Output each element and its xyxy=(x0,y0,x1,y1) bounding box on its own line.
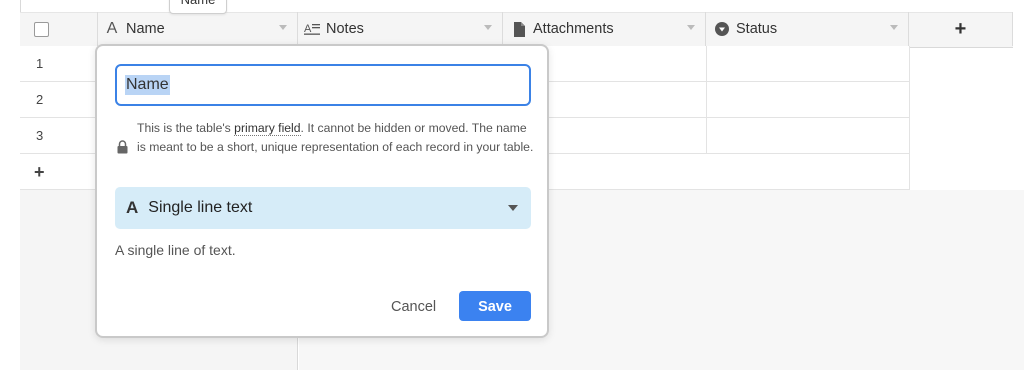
file-icon xyxy=(511,21,527,37)
select-all-cell xyxy=(20,12,98,46)
a-text-icon: A xyxy=(106,20,118,37)
row-number: 3 xyxy=(36,128,44,143)
plus-icon: + xyxy=(954,17,967,40)
info-text: . It cannot be hidden or moved. xyxy=(300,121,469,135)
a-text-icon: A xyxy=(126,198,139,217)
column-header-attachments[interactable]: Attachments xyxy=(503,12,706,46)
add-field-button[interactable]: + xyxy=(909,12,1013,46)
primary-field-link[interactable]: primary field xyxy=(234,121,301,136)
chevron-down-icon[interactable] xyxy=(687,25,695,30)
column-header-label: Notes xyxy=(326,21,364,37)
cancel-button[interactable]: Cancel xyxy=(385,292,442,322)
primary-field-info: This is the table's primary field. It ca… xyxy=(115,119,535,157)
long-text-icon: A xyxy=(304,21,320,37)
column-header-notes[interactable]: A Notes xyxy=(298,12,503,46)
svg-text:A: A xyxy=(304,23,312,35)
single-select-icon xyxy=(714,21,730,37)
tooltip-text: Name xyxy=(170,0,226,11)
field-type-label: Single line text xyxy=(148,199,253,216)
field-type-description: A single line of text. xyxy=(115,242,236,258)
grid-right-border xyxy=(909,46,910,190)
plus-icon: + xyxy=(34,162,45,182)
column-header-name[interactable]: A Name xyxy=(98,12,298,46)
column-tooltip: Name xyxy=(169,0,227,14)
info-text: This is the table's xyxy=(137,121,235,135)
lock-icon xyxy=(117,140,128,154)
chevron-down-icon xyxy=(508,205,518,211)
field-name-input[interactable]: Name xyxy=(115,64,531,106)
field-name-value: Name xyxy=(125,75,170,95)
column-header-label: Attachments xyxy=(533,21,614,37)
chevron-down-icon[interactable] xyxy=(890,25,898,30)
chevron-down-icon[interactable] xyxy=(484,25,492,30)
column-header-label: Status xyxy=(736,21,778,37)
select-all-checkbox[interactable] xyxy=(34,21,49,37)
chevron-down-icon[interactable] xyxy=(279,25,287,30)
row-number: 2 xyxy=(36,92,44,107)
column-header-status[interactable]: Status xyxy=(706,12,909,46)
column-header-label: Name xyxy=(126,21,165,37)
field-type-select[interactable]: A Single line text xyxy=(115,187,531,229)
field-config-dialog: Name This is the table's primary field. … xyxy=(95,44,549,338)
row-number: 1 xyxy=(36,56,44,71)
save-button[interactable]: Save xyxy=(459,291,531,321)
